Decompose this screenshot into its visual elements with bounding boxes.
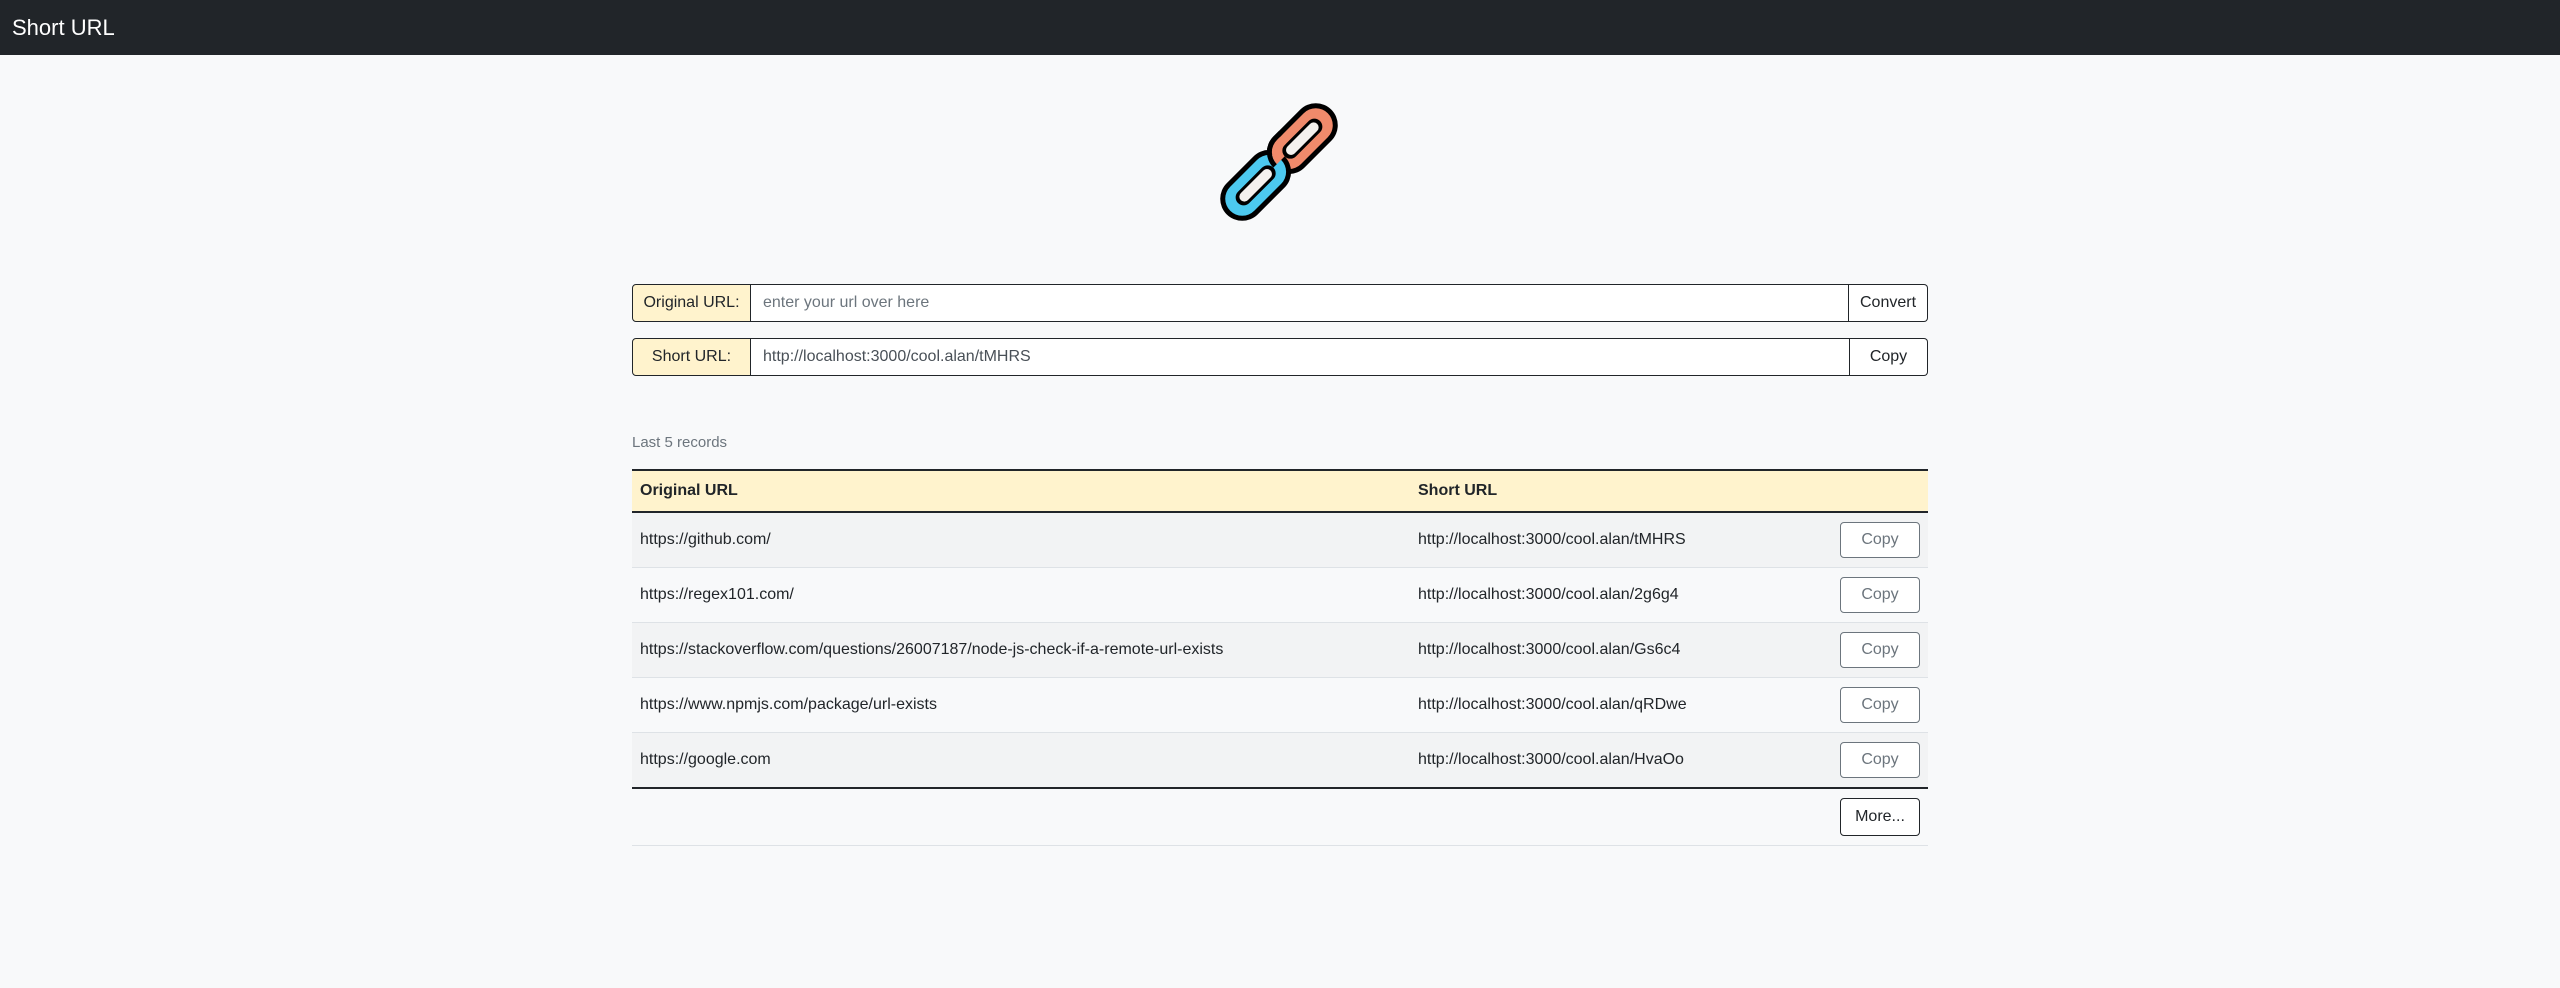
records-table: Original URL Short URL https://github.co… <box>632 469 1928 789</box>
row-original-url: https://stackoverflow.com/questions/2600… <box>632 622 1410 678</box>
header-short-url: Short URL <box>1410 469 1826 513</box>
row-short-url: http://localhost:3000/cool.alan/HvaOo <box>1410 732 1826 789</box>
row-original-url: https://regex101.com/ <box>632 567 1410 623</box>
copy-short-url-button[interactable]: Copy <box>1850 338 1928 376</box>
row-copy-button[interactable]: Copy <box>1840 632 1920 668</box>
short-url-output[interactable] <box>751 338 1850 376</box>
row-copy-button[interactable]: Copy <box>1840 687 1920 723</box>
table-row: https://stackoverflow.com/questions/2600… <box>632 622 1928 678</box>
table-header-row: Original URL Short URL <box>632 469 1928 513</box>
original-url-input[interactable] <box>751 284 1849 322</box>
row-short-url: http://localhost:3000/cool.alan/Gs6c4 <box>1410 622 1826 678</box>
table-footer: More... <box>632 789 1928 846</box>
row-original-url: https://github.com/ <box>632 512 1410 568</box>
original-url-group: Original URL: Convert <box>632 284 1928 322</box>
row-short-url: http://localhost:3000/cool.alan/2g6g4 <box>1410 567 1826 623</box>
header-original-url: Original URL <box>632 469 1410 513</box>
table-row: https://www.npmjs.com/package/url-exists… <box>632 677 1928 733</box>
original-url-label: Original URL: <box>632 284 751 322</box>
short-url-group: Short URL: Copy <box>632 338 1928 376</box>
row-copy-button[interactable]: Copy <box>1840 522 1920 558</box>
header-actions <box>1826 469 1928 513</box>
navbar-brand[interactable]: Short URL <box>12 15 115 41</box>
convert-button[interactable]: Convert <box>1849 284 1928 322</box>
navbar: Short URL <box>0 0 2560 55</box>
row-short-url: http://localhost:3000/cool.alan/qRDwe <box>1410 677 1826 733</box>
short-url-label: Short URL: <box>632 338 751 376</box>
row-copy-button[interactable]: Copy <box>1840 577 1920 613</box>
row-original-url: https://google.com <box>632 732 1410 789</box>
table-row: https://google.com http://localhost:3000… <box>632 732 1928 789</box>
row-short-url: http://localhost:3000/cool.alan/tMHRS <box>1410 512 1826 568</box>
table-row: https://github.com/ http://localhost:300… <box>632 512 1928 568</box>
row-original-url: https://www.npmjs.com/package/url-exists <box>632 677 1410 733</box>
main-container: Original URL: Convert Short URL: Copy La… <box>632 284 1928 846</box>
table-row: https://regex101.com/ http://localhost:3… <box>632 567 1928 623</box>
more-button[interactable]: More... <box>1840 798 1920 836</box>
row-copy-button[interactable]: Copy <box>1840 742 1920 778</box>
link-chain-icon <box>1201 84 1357 240</box>
records-caption: Last 5 records <box>632 434 728 451</box>
logo-svg <box>1220 103 1338 221</box>
